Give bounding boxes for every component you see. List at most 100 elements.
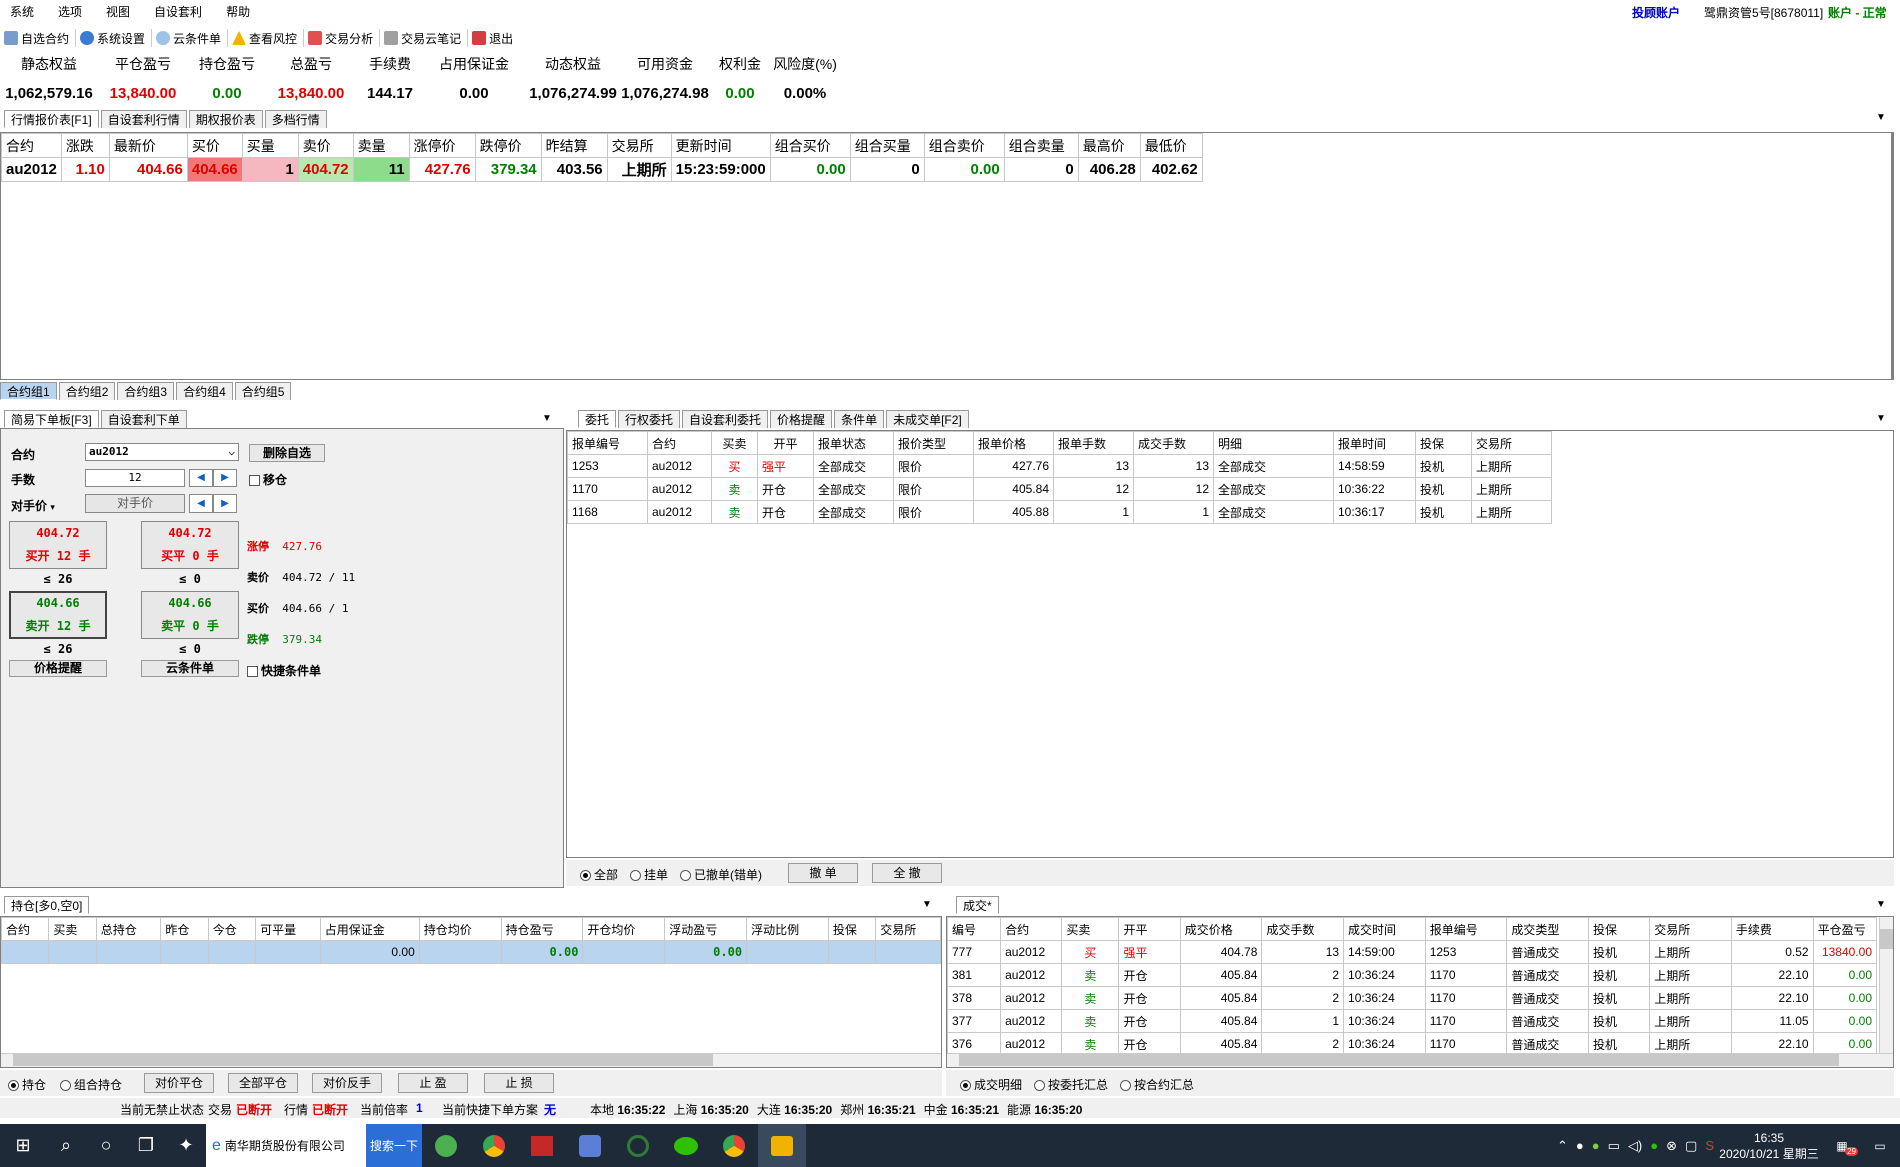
by-contract-radio[interactable]: 按合约汇总 <box>1120 1076 1194 1093</box>
app-icon[interactable]: ✦ <box>166 1124 206 1167</box>
quote-header[interactable]: 卖价 <box>297 133 354 158</box>
chevron-down-icon[interactable]: ▼ <box>922 899 932 910</box>
entrust-header[interactable]: 报单时间 <box>1333 431 1416 455</box>
chevron-down-icon[interactable]: ▼ <box>1876 413 1886 424</box>
position-header[interactable]: 占用保证金 <box>319 917 420 941</box>
buy-open-button[interactable]: 404.72 买开 12 手 <box>9 521 107 569</box>
wechat-tray-icon[interactable]: ● <box>1650 1138 1658 1153</box>
trade-row[interactable]: 777 au2012 买强平 404.78 13 14:59:00 1253 普通成交 投机 上期… <box>947 940 1878 964</box>
tab-order-0[interactable]: 简易下单板[F3] <box>4 410 99 428</box>
sell-close-button[interactable]: 404.66 卖平 0 手 <box>141 591 239 639</box>
entrust-header[interactable]: 开平 <box>757 431 814 455</box>
trade-row[interactable]: 381 au2012 卖开仓 405.84 2 10:36:24 1170 普通成交 投机 上期所… <box>947 963 1878 987</box>
active-app-icon[interactable] <box>758 1124 806 1167</box>
tab-group-4[interactable]: 合约组5 <box>234 382 292 400</box>
horizontal-scrollbar[interactable] <box>1 1053 941 1067</box>
toolbar-risk[interactable]: 查看风控 <box>228 29 305 47</box>
trade-header[interactable]: 手续费 <box>1730 917 1814 941</box>
tray-app-icon[interactable]: ● <box>1576 1138 1584 1153</box>
entrust-header[interactable]: 报价类型 <box>893 431 974 455</box>
entrust-header[interactable]: 报单价格 <box>973 431 1054 455</box>
chrome-icon[interactable] <box>710 1124 758 1167</box>
entrust-header[interactable]: 买卖 <box>711 431 758 455</box>
position-header[interactable]: 买卖 <box>48 917 97 941</box>
quote-header[interactable]: 涨跌 <box>60 133 110 158</box>
toolbar-analysis[interactable]: 交易分析 <box>304 29 381 47</box>
position-header[interactable]: 浮动比例 <box>746 917 829 941</box>
filter-cancelled-radio[interactable]: 已撤单(错单) <box>680 866 762 883</box>
arrow-right-icon[interactable]: ▶ <box>213 494 237 513</box>
network-icon[interactable]: ▭ <box>1608 1138 1620 1154</box>
tab-order-1[interactable]: 自设套利下单 <box>100 410 187 428</box>
position-total-row[interactable]: 0.00 0.00 0.00 <box>1 940 941 964</box>
close-all-button[interactable]: 全部平仓 <box>228 1073 298 1093</box>
app-icon[interactable] <box>566 1124 614 1167</box>
chevron-down-icon[interactable]: ▼ <box>1876 112 1886 123</box>
entrust-header[interactable]: 交易所 <box>1471 431 1552 455</box>
quote-header[interactable]: 涨停价 <box>408 133 476 158</box>
entrust-header[interactable]: 报单状态 <box>813 431 894 455</box>
toolbar-watchlist[interactable]: 自选合约 <box>0 29 77 47</box>
trade-header[interactable]: 交易所 <box>1649 917 1732 941</box>
trade-header[interactable]: 开平 <box>1118 917 1181 941</box>
tab-quote-2[interactable]: 期权报价表 <box>188 110 263 128</box>
toolbar-settings[interactable]: 系统设置 <box>76 29 153 47</box>
menu-options[interactable]: 选项 <box>48 3 96 20</box>
counter-close-button[interactable]: 对价平仓 <box>144 1073 214 1093</box>
trade-row[interactable]: 377 au2012 卖开仓 405.84 1 10:36:24 1170 普通成交 投机 上期所… <box>947 1009 1878 1033</box>
position-header[interactable]: 昨仓 <box>160 917 209 941</box>
contract-select[interactable]: au2012 ⌵ <box>85 443 239 461</box>
quote-header[interactable]: 昨结算 <box>540 133 608 158</box>
cancel-order-button[interactable]: 撤 单 <box>788 863 858 883</box>
app-icon[interactable] <box>422 1124 470 1167</box>
quote-header[interactable]: 组合买价 <box>769 133 851 158</box>
quote-header[interactable]: 最高价 <box>1077 133 1141 158</box>
trade-header[interactable]: 投保 <box>1588 917 1651 941</box>
tab-group-1[interactable]: 合约组2 <box>58 382 116 400</box>
menu-system[interactable]: 系统 <box>0 3 48 20</box>
position-header[interactable]: 总持仓 <box>95 917 162 941</box>
menu-help[interactable]: 帮助 <box>216 3 264 20</box>
scrollbar-thumb[interactable] <box>13 1054 713 1066</box>
position-header[interactable]: 交易所 <box>875 917 941 941</box>
cortana-icon[interactable]: ○ <box>86 1124 126 1167</box>
chevron-down-icon[interactable]: ▼ <box>1876 899 1886 910</box>
trade-header[interactable]: 报单编号 <box>1424 917 1508 941</box>
tab-entrust-3[interactable]: 价格提醒 <box>770 410 833 428</box>
trade-header[interactable]: 平仓盈亏 <box>1812 917 1878 941</box>
position-header[interactable]: 开仓均价 <box>582 917 666 941</box>
horizontal-scrollbar[interactable] <box>947 1053 1893 1067</box>
trade-header[interactable]: 编号 <box>947 917 1002 941</box>
app-icon[interactable] <box>518 1124 566 1167</box>
calendar-icon[interactable]: ▦ 29 <box>1824 1139 1860 1156</box>
toolbar-cloud-order[interactable]: 云条件单 <box>152 29 229 47</box>
entrust-header[interactable]: 合约 <box>647 431 712 455</box>
toolbar-notes[interactable]: 交易云笔记 <box>380 29 469 47</box>
toolbar-exit[interactable]: 退出 <box>468 29 519 47</box>
holding-radio[interactable]: 持仓 <box>8 1076 46 1093</box>
price-alert-button[interactable]: 价格提醒 <box>9 660 107 677</box>
tab-entrust-2[interactable]: 自设套利委托 <box>682 410 769 428</box>
quote-header[interactable]: 卖量 <box>352 133 410 158</box>
position-header[interactable]: 今仓 <box>207 917 257 941</box>
vertical-scrollbar[interactable] <box>1879 917 1893 1053</box>
tab-group-2[interactable]: 合约组3 <box>117 382 175 400</box>
quote-header[interactable]: 买价 <box>186 133 243 158</box>
tray-app-icon[interactable]: S <box>1705 1138 1714 1153</box>
menu-custom-arb[interactable]: 自设套利 <box>144 3 216 20</box>
clock[interactable]: 16:35 2020/10/21 星期三 <box>1714 1130 1824 1162</box>
position-header[interactable]: 合约 <box>1 917 50 941</box>
quote-header[interactable]: 更新时间 <box>670 133 771 158</box>
tray-app-icon[interactable]: ⊗ <box>1666 1138 1677 1154</box>
position-header[interactable]: 投保 <box>827 917 877 941</box>
entrust-header[interactable]: 明细 <box>1213 431 1334 455</box>
tab-quote-0[interactable]: 行情报价表[F1] <box>4 110 99 128</box>
cloud-condition-button[interactable]: 云条件单 <box>141 660 239 677</box>
entrust-header[interactable]: 投保 <box>1415 431 1472 455</box>
entrust-row[interactable]: 1168 au2012 卖开仓 全部成交 限价 405.88 1 1 全部成交 10:36:17 投… <box>567 500 1552 524</box>
reverse-button[interactable]: 对价反手 <box>312 1073 382 1093</box>
trade-header[interactable]: 成交手数 <box>1261 917 1345 941</box>
quote-header[interactable]: 交易所 <box>606 133 672 158</box>
position-header[interactable]: 持仓均价 <box>418 917 502 941</box>
scrollbar-thumb[interactable] <box>1880 929 1893 949</box>
